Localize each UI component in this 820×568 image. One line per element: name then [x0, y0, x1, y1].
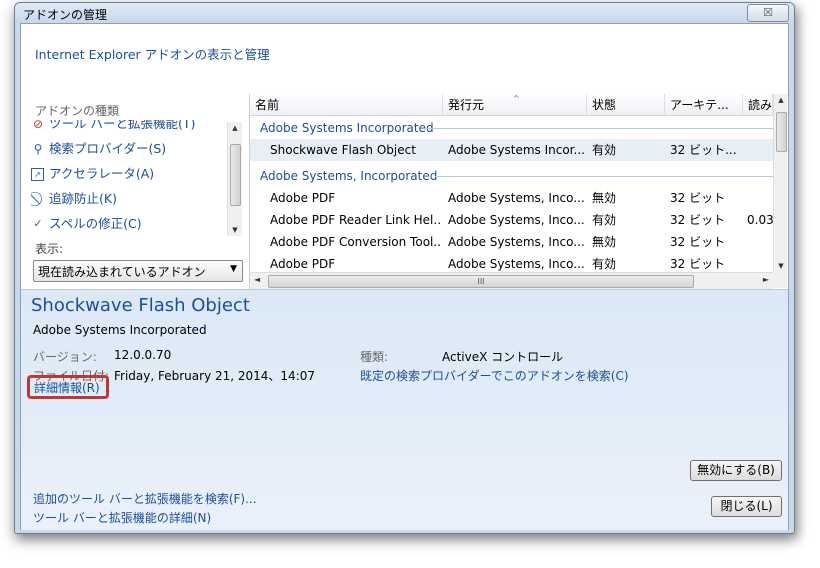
cell-architecture: 32 ビット	[670, 213, 726, 227]
scroll-thumb[interactable]	[230, 144, 241, 206]
table-row[interactable]: Adobe PDF Conversion Tool... Adobe Syste…	[250, 231, 773, 253]
table-row[interactable]: Adobe PDF Reader Link Hel... Adobe Syste…	[250, 209, 773, 231]
more-info-link[interactable]: 詳細情報(R)	[34, 379, 100, 396]
find-more-addons-link[interactable]: 追加のツール バーと拡張機能を検索(F)...	[33, 490, 257, 507]
addon-table: 名前 発行元 ^ 状態 アーキテ... 読み込 Adobe Systems In…	[249, 94, 787, 289]
scroll-left-icon[interactable]: ◄	[254, 275, 260, 284]
dropdown-arrow-icon: ▼	[230, 264, 237, 274]
category-label: アクセラレータ(A)	[49, 166, 155, 181]
show-dropdown[interactable]: 現在読み込まれているアドオン ▼	[33, 260, 243, 282]
details-pane: Shockwave Flash Object Adobe Systems Inc…	[21, 289, 788, 530]
column-header-architecture[interactable]: アーキテ...	[665, 94, 743, 116]
category-search-providers[interactable]: ⚲ 検索プロバイダー(S)	[31, 138, 227, 163]
header-title: Internet Explorer アドオンの表示と管理	[35, 47, 270, 62]
group-header: Adobe Systems, Incorporated	[250, 165, 773, 187]
group-header: Adobe Systems Incorporated	[250, 117, 773, 139]
version-label: バージョン:	[33, 350, 97, 364]
cell-architecture: 32 ビット...	[670, 143, 737, 157]
cell-name: Shockwave Flash Object	[270, 143, 416, 157]
cell-architecture: 32 ビット	[670, 235, 726, 249]
table-row[interactable]: Shockwave Flash Object Adobe Systems Inc…	[250, 139, 773, 161]
group-divider	[425, 128, 773, 129]
window-title: アドオンの管理	[23, 8, 108, 22]
toolbar-icon: ⊘	[32, 120, 44, 131]
scroll-up-icon[interactable]: ▲	[228, 124, 242, 132]
category-label: 追跡防止(K)	[49, 191, 117, 206]
sort-ascending-icon: ^	[513, 94, 520, 103]
disable-button[interactable]: 無効にする(B)	[690, 460, 782, 481]
search-icon: ⚲	[33, 142, 43, 156]
category-toolbars[interactable]: ⊘ ツール バーと拡張機能(T)	[31, 120, 227, 138]
dialog-client-area: Internet Explorer アドオンの表示と管理 アドオンの種類 ⊘ ツ…	[20, 23, 789, 530]
scrollbar-corner	[773, 272, 787, 288]
category-label: 検索プロバイダー(S)	[49, 141, 167, 156]
column-label: 読み込	[748, 98, 773, 112]
group-divider	[435, 176, 773, 177]
cell-name: Adobe PDF	[270, 191, 336, 205]
addon-publisher: Adobe Systems Incorporated	[33, 323, 207, 337]
group-name: Adobe Systems Incorporated	[260, 121, 434, 135]
column-header-publisher[interactable]: 発行元 ^	[443, 94, 587, 116]
version-value: 12.0.0.70	[114, 348, 172, 362]
cell-publisher: Adobe Systems, Inco...	[448, 235, 585, 249]
scroll-thumb[interactable]	[776, 112, 787, 152]
block-icon: ⃠	[31, 192, 45, 206]
cell-publisher: Adobe Systems Incor...	[448, 143, 585, 157]
close-window-button[interactable]: ☒	[747, 4, 789, 22]
close-button[interactable]: 閉じる(L)	[711, 496, 782, 517]
scroll-down-icon[interactable]: ▼	[774, 262, 787, 270]
addon-types-label: アドオンの種類	[35, 104, 120, 118]
show-label: 表示:	[35, 242, 64, 256]
scroll-right-icon[interactable]: ►	[763, 275, 769, 284]
addon-types-pane: アドオンの種類 ⊘ ツール バーと拡張機能(T) ⚲ 検索プロバイダー(S) ↗…	[21, 94, 249, 289]
table-vertical-scrollbar[interactable]: ▲ ▼	[773, 94, 787, 272]
category-tracking-protection[interactable]: ⃠ 追跡防止(K)	[31, 188, 227, 213]
file-date-value: Friday, February 21, 2014、14:07	[114, 369, 316, 383]
grip-icon: III	[477, 277, 485, 286]
accelerator-icon: ↗	[31, 168, 44, 181]
cell-name: Adobe PDF Conversion Tool...	[270, 235, 440, 249]
column-label: 状態	[592, 98, 617, 112]
show-dropdown-value: 現在読み込まれているアドオン	[38, 265, 206, 279]
scroll-thumb[interactable]: III	[268, 275, 694, 288]
header-area: Internet Explorer アドオンの表示と管理	[21, 24, 788, 95]
column-label: アーキテ...	[670, 98, 729, 112]
learn-more-addons-link[interactable]: ツール バーと拡張機能の詳細(N)	[33, 509, 211, 526]
type-value: ActiveX コントロール	[442, 350, 564, 364]
title-bar: アドオンの管理 ☒	[15, 3, 794, 23]
category-spelling[interactable]: ✓ スペルの修正(C)	[31, 213, 227, 234]
cell-status: 無効	[592, 191, 617, 205]
scroll-up-icon[interactable]: ▲	[774, 96, 787, 104]
category-accelerators[interactable]: ↗ アクセラレータ(A)	[31, 163, 227, 188]
cell-publisher: Adobe Systems, Inco...	[448, 213, 585, 227]
scroll-down-icon[interactable]: ▼	[228, 226, 242, 234]
cell-architecture: 32 ビット	[670, 191, 726, 205]
type-label: 種類:	[360, 350, 389, 364]
category-scrollbar[interactable]: ▲ ▼	[227, 122, 242, 236]
group-name: Adobe Systems, Incorporated	[260, 169, 438, 183]
addon-title: Shockwave Flash Object	[31, 295, 250, 316]
category-label: ツール バーと拡張機能(T)	[49, 120, 196, 131]
column-label: 名前	[255, 98, 280, 112]
table-horizontal-scrollbar[interactable]: ◄ III ►	[250, 272, 773, 289]
table-row[interactable]: Adobe PDF Adobe Systems, Inco... 無効 32 ビ…	[250, 187, 773, 209]
cell-load-time: 0.03 :	[747, 213, 773, 227]
column-header-name[interactable]: 名前	[250, 94, 443, 116]
cell-status: 有効	[592, 143, 617, 157]
cell-publisher: Adobe Systems, Inco...	[448, 191, 585, 205]
addon-manager-window: アドオンの管理 ☒ Internet Explorer アドオンの表示と管理 ア…	[14, 2, 795, 534]
spelling-icon: ✓	[33, 217, 43, 230]
category-label: スペルの修正(C)	[49, 216, 142, 231]
addon-type-list: ⊘ ツール バーと拡張機能(T) ⚲ 検索プロバイダー(S) ↗ アクセラレータ…	[31, 120, 227, 234]
cell-status: 無効	[592, 235, 617, 249]
column-header-status[interactable]: 状態	[587, 94, 665, 116]
column-label: 発行元	[448, 98, 485, 112]
search-addon-link[interactable]: 既定の検索プロバイダーでこのアドオンを検索(C)	[360, 367, 629, 384]
cell-status: 有効	[592, 213, 617, 227]
column-header-load-time[interactable]: 読み込	[743, 94, 773, 116]
cell-name: Adobe PDF Reader Link Hel...	[270, 213, 440, 227]
